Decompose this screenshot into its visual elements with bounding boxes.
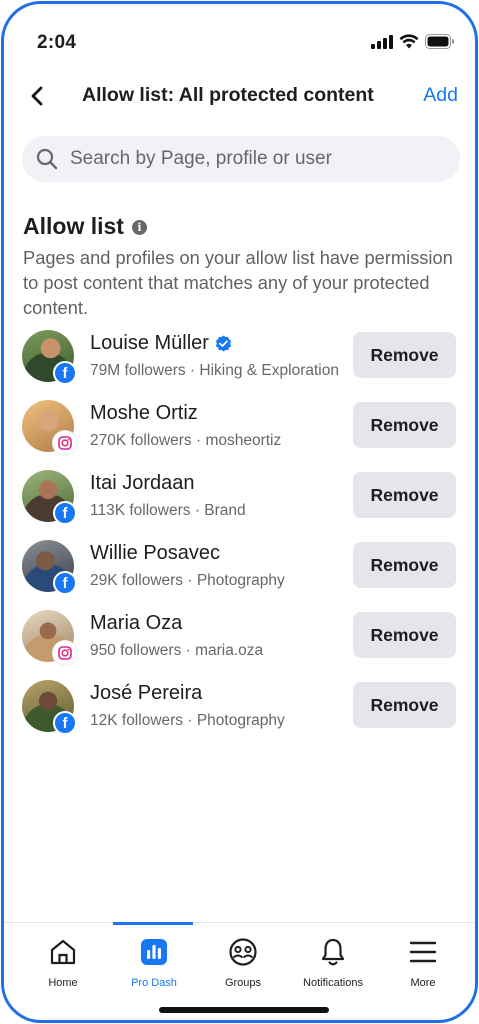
- info-icon[interactable]: [131, 220, 147, 235]
- list-item: f José Pereira 12K followers · Photograp…: [4, 676, 475, 746]
- avatar[interactable]: f: [22, 470, 77, 525]
- remove-button[interactable]: Remove: [353, 332, 456, 378]
- avatar[interactable]: f: [22, 540, 77, 595]
- nav-pro-dash-label: Pro Dash: [131, 977, 177, 989]
- user-name[interactable]: Itai Jordaan: [90, 472, 195, 495]
- instagram-icon: [53, 641, 77, 665]
- user-name[interactable]: José Pereira: [90, 682, 202, 705]
- status-bar: 2:04: [4, 4, 475, 74]
- list-item: f Itai Jordaan 113K followers · Brand Re…: [4, 466, 475, 536]
- facebook-icon: f: [53, 711, 77, 735]
- user-meta: 113K followers · Brand: [90, 502, 246, 519]
- nav-notifications-label: Notifications: [303, 977, 363, 989]
- home-icon: [50, 939, 76, 965]
- user-meta: 950 followers · maria.oza: [90, 642, 264, 659]
- groups-icon: [229, 938, 257, 966]
- back-arrow-icon[interactable]: [24, 82, 52, 110]
- avatar[interactable]: f: [22, 680, 77, 735]
- phone-frame: 2:04 Allow list: All protected content A…: [1, 1, 478, 1023]
- list-item: Maria Oza 950 followers · maria.oza Remo…: [4, 606, 475, 676]
- section-description: Pages and profiles on your allow list ha…: [23, 247, 453, 318]
- add-button[interactable]: Add: [423, 84, 458, 107]
- avatar[interactable]: [22, 400, 77, 455]
- bar-chart-icon: [141, 939, 167, 965]
- nav-notifications[interactable]: Notifications: [290, 923, 376, 995]
- nav-more[interactable]: More: [380, 923, 466, 995]
- top-app-bar: Allow list: All protected content Add: [4, 74, 475, 118]
- user-name[interactable]: Willie Posavec: [90, 542, 220, 565]
- home-indicator[interactable]: [159, 1007, 329, 1013]
- user-meta: 79M followers · Hiking & Exploration: [90, 362, 339, 379]
- remove-button[interactable]: Remove: [353, 472, 456, 518]
- avatar[interactable]: [22, 610, 77, 665]
- allow-list-heading: Allow list: [23, 213, 147, 240]
- wifi-icon: [399, 34, 419, 49]
- remove-button[interactable]: Remove: [353, 402, 456, 448]
- bell-icon: [321, 938, 345, 966]
- list-item: f Louise Müller 79M followers · Hiking &…: [4, 326, 475, 396]
- facebook-icon: f: [53, 501, 77, 525]
- nav-more-label: More: [410, 977, 436, 989]
- facebook-icon: f: [53, 361, 77, 385]
- nav-pro-dash[interactable]: Pro Dash: [111, 922, 197, 995]
- remove-button[interactable]: Remove: [353, 612, 456, 658]
- search-bar[interactable]: [22, 136, 460, 182]
- section-title: Allow list: [23, 213, 124, 239]
- user-meta: 270K followers · mosheortiz: [90, 432, 282, 449]
- verified-badge-icon: [215, 335, 232, 352]
- battery-icon: [425, 34, 454, 49]
- list-item: Moshe Ortiz 270K followers · mosheortiz …: [4, 396, 475, 466]
- list-item: f Willie Posavec 29K followers · Photogr…: [4, 536, 475, 606]
- nav-home-label: Home: [48, 977, 78, 989]
- remove-button[interactable]: Remove: [353, 682, 456, 728]
- menu-icon: [409, 941, 437, 963]
- cellular-signal-icon: [371, 34, 393, 49]
- search-icon: [36, 148, 58, 170]
- nav-groups[interactable]: Groups: [200, 923, 286, 995]
- user-meta: 29K followers · Photography: [90, 572, 285, 589]
- page-title: Allow list: All protected content: [82, 84, 374, 106]
- avatar[interactable]: f: [22, 330, 77, 385]
- nav-groups-label: Groups: [224, 977, 262, 989]
- instagram-icon: [53, 431, 77, 455]
- user-name[interactable]: Maria Oza: [90, 612, 182, 635]
- bottom-navigation: Home Pro Dash Groups Notifications More: [4, 922, 475, 1002]
- user-meta: 12K followers · Photography: [90, 712, 285, 729]
- user-name[interactable]: Moshe Ortiz: [90, 402, 198, 425]
- facebook-icon: f: [53, 571, 77, 595]
- status-icons: [371, 34, 455, 49]
- remove-button[interactable]: Remove: [353, 542, 456, 588]
- user-name[interactable]: Louise Müller: [90, 332, 209, 355]
- nav-home[interactable]: Home: [20, 923, 106, 995]
- status-time: 2:04: [37, 32, 77, 53]
- search-input[interactable]: [70, 136, 450, 182]
